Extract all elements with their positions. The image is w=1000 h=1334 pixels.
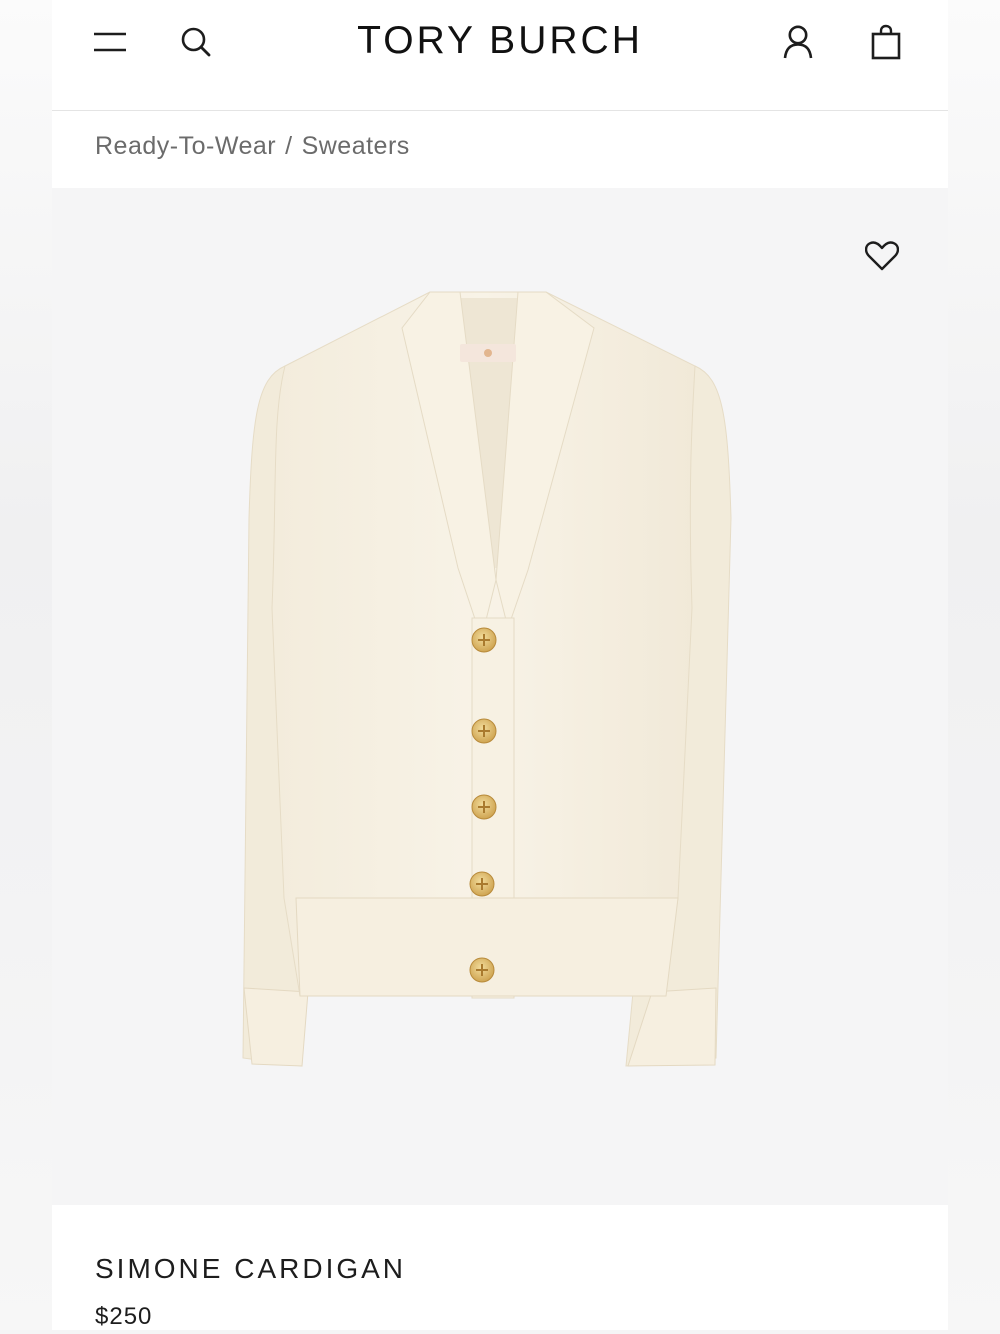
shopping-bag-icon (871, 24, 901, 60)
heart-icon (865, 241, 899, 271)
product-image (242, 291, 732, 1067)
account-button[interactable] (778, 20, 818, 64)
breadcrumb: Ready-To-Wear / Sweaters (95, 126, 410, 166)
product-title: SIMONE CARDIGAN (95, 1253, 407, 1284)
search-button[interactable] (176, 22, 216, 62)
breadcrumb-ready-to-wear[interactable]: Ready-To-Wear (95, 126, 276, 166)
breadcrumb-separator: / (285, 132, 293, 160)
site-header: TORY BURCH (52, 0, 948, 111)
left-edge-shadow (0, 0, 52, 1330)
product-page: TORY BURCH Ready-To-Wear / Sweaters SIMO… (52, 0, 948, 1330)
breadcrumb-sweaters[interactable]: Sweaters (302, 126, 410, 166)
shopping-bag-button[interactable] (866, 20, 906, 64)
user-icon (783, 25, 813, 59)
hamburger-menu-icon (94, 32, 126, 52)
right-edge-shadow (948, 0, 1000, 1330)
menu-button[interactable] (90, 22, 130, 62)
brand-logo[interactable]: TORY BURCH (300, 18, 700, 64)
product-price: $250 (95, 1303, 153, 1330)
product-image-gallery[interactable] (52, 188, 948, 1205)
add-to-wishlist-button[interactable] (860, 234, 904, 278)
search-icon (181, 27, 211, 57)
